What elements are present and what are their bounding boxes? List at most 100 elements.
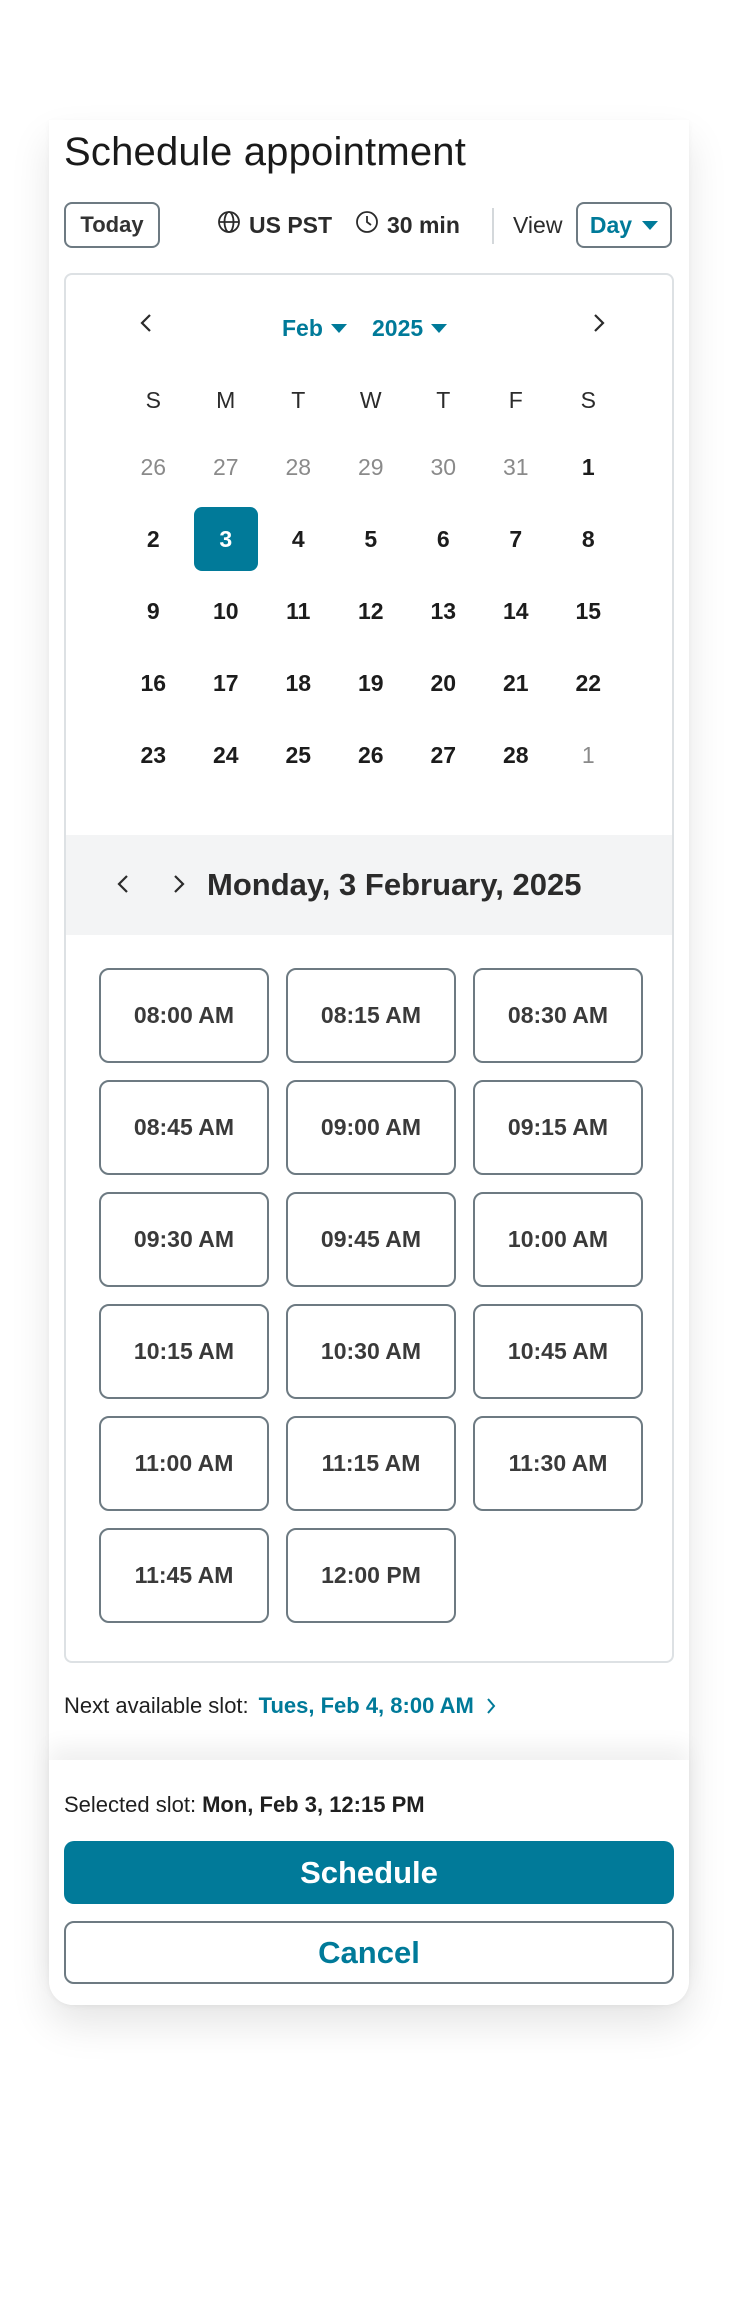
calendar-day[interactable]: 12 <box>335 575 408 647</box>
calendar-day[interactable]: 6 <box>407 503 480 575</box>
cancel-button[interactable]: Cancel <box>64 1921 674 1984</box>
time-slot-button[interactable]: 10:00 AM <box>473 1192 643 1287</box>
weekday-label: S <box>145 387 161 413</box>
weekday-label: T <box>291 387 306 413</box>
calendar-day[interactable]: 29 <box>335 431 408 503</box>
next-month-button[interactable] <box>589 313 609 333</box>
time-slot-button[interactable]: 10:15 AM <box>99 1304 269 1399</box>
calendar-day[interactable]: 9 <box>117 575 190 647</box>
calendar-day-label: 26 <box>140 453 167 480</box>
weekday-header: S M T W T F S <box>117 387 625 414</box>
time-slot-button[interactable]: 08:30 AM <box>473 968 643 1063</box>
time-slot-button[interactable]: 08:00 AM <box>99 968 269 1063</box>
calendar-day[interactable]: 22 <box>552 647 625 719</box>
calendar-day[interactable]: 18 <box>262 647 335 719</box>
prev-month-button[interactable] <box>136 313 156 333</box>
timezone-label: US PST <box>249 211 333 238</box>
calendar-day[interactable]: 30 <box>407 431 480 503</box>
time-slots-grid: 08:00 AM 08:15 AM 08:30 AM 08:45 AM 09:00 AM… <box>99 968 644 1623</box>
calendar-day[interactable]: 4 <box>262 503 335 575</box>
time-slot-button[interactable]: 09:45 AM <box>286 1192 456 1287</box>
calendar-day-label: 27 <box>212 453 239 480</box>
calendar-day-label: 21 <box>502 669 529 696</box>
time-slot-button[interactable]: 11:00 AM <box>99 1416 269 1511</box>
calendar-day[interactable]: 27 <box>407 719 480 791</box>
year-select[interactable]: 2025 <box>372 315 448 342</box>
time-slot-button[interactable]: 10:45 AM <box>473 1304 643 1399</box>
timezone-indicator[interactable]: US PST <box>217 210 332 240</box>
calendar-day-label: 26 <box>357 741 384 768</box>
chevron-left-icon <box>140 314 151 332</box>
today-button[interactable]: Today <box>64 202 160 248</box>
time-slot-button[interactable]: 11:45 AM <box>99 1528 269 1623</box>
calendar-day[interactable]: 26 <box>117 431 190 503</box>
duration-indicator[interactable]: 30 min <box>355 210 460 240</box>
view-select-value: Day <box>589 211 633 238</box>
footer-actions: Selected slot: Mon, Feb 3, 12:15 PM Sched… <box>49 1760 689 2005</box>
month-navigation: Feb 2025 <box>66 275 672 355</box>
calendar-day-label: 23 <box>140 741 167 768</box>
weekday-label: M <box>216 387 236 413</box>
selected-slot: Selected slot: Mon, Feb 3, 12:15 PM <box>64 1792 425 1818</box>
next-day-button[interactable] <box>172 873 186 900</box>
calendar-day[interactable]: 16 <box>117 647 190 719</box>
time-slot-button[interactable]: 10:30 AM <box>286 1304 456 1399</box>
time-slot-button[interactable]: 11:30 AM <box>473 1416 643 1511</box>
calendar-day-label: 19 <box>357 669 384 696</box>
calendar-day-label: 9 <box>146 597 160 624</box>
calendar-day[interactable]: 1 <box>552 431 625 503</box>
calendar-day[interactable]: 19 <box>335 647 408 719</box>
clock-icon <box>355 210 379 240</box>
selected-slot-value: Mon, Feb 3, 12:15 PM <box>202 1792 425 1817</box>
chevron-right-icon <box>594 314 605 332</box>
time-slot-button[interactable]: 09:00 AM <box>286 1080 456 1175</box>
calendar-day-label: 20 <box>430 669 457 696</box>
calendar-day[interactable]: 27 <box>190 431 263 503</box>
calendar-day[interactable]: 1 <box>552 719 625 791</box>
calendar-day[interactable]: 20 <box>407 647 480 719</box>
calendar-day-label: 29 <box>357 453 384 480</box>
calendar-day[interactable]: 26 <box>335 719 408 791</box>
calendar-panel: Feb 2025 S M T W T F S 26 27 28 29 30 31 1 2 3 4 5… <box>64 273 674 1663</box>
next-available-link[interactable]: Tues, Feb 4, 8:00 AM <box>259 1693 496 1719</box>
calendar-day[interactable]: 25 <box>262 719 335 791</box>
globe-icon <box>217 210 241 240</box>
calendar-day[interactable]: 11 <box>262 575 335 647</box>
toolbar-divider <box>492 208 494 244</box>
calendar-day[interactable]: 14 <box>480 575 553 647</box>
calendar-day[interactable]: 28 <box>262 431 335 503</box>
time-slot-button[interactable]: 09:30 AM <box>99 1192 269 1287</box>
selected-date-bar: Monday, 3 February, 2025 <box>66 835 672 935</box>
time-slot-button[interactable]: 12:00 PM <box>286 1528 456 1623</box>
month-select-value: Feb <box>282 315 323 341</box>
calendar-day[interactable]: 31 <box>480 431 553 503</box>
calendar-day[interactable]: 24 <box>190 719 263 791</box>
weekday-label: T <box>436 387 451 413</box>
time-slot-button[interactable]: 11:15 AM <box>286 1416 456 1511</box>
time-slot-button[interactable]: 09:15 AM <box>473 1080 643 1175</box>
calendar-day[interactable]: 28 <box>480 719 553 791</box>
view-select[interactable]: Day <box>576 202 672 248</box>
calendar-day[interactable]: 10 <box>190 575 263 647</box>
selected-date-title: Monday, 3 February, 2025 <box>207 867 582 902</box>
calendar-day[interactable]: 21 <box>480 647 553 719</box>
time-slot-button[interactable]: 08:15 AM <box>286 968 456 1063</box>
calendar-days-grid: 26 27 28 29 30 31 1 2 3 4 5 6 7 8 9 10 11 12 13 14 15 16 17 18 1… <box>117 431 625 791</box>
calendar-day-selected[interactable]: 3 <box>190 503 263 575</box>
schedule-button[interactable]: Schedule <box>64 1841 674 1904</box>
chevron-right-icon <box>487 1698 496 1714</box>
calendar-day[interactable]: 13 <box>407 575 480 647</box>
calendar-day[interactable]: 15 <box>552 575 625 647</box>
calendar-day[interactable]: 5 <box>335 503 408 575</box>
calendar-day[interactable]: 8 <box>552 503 625 575</box>
prev-day-button[interactable] <box>116 873 130 900</box>
calendar-day-label: 15 <box>575 597 602 624</box>
calendar-day[interactable]: 7 <box>480 503 553 575</box>
calendar-day-label: 5 <box>364 525 378 552</box>
calendar-day[interactable]: 2 <box>117 503 190 575</box>
month-select[interactable]: Feb <box>282 315 347 342</box>
time-slot-button[interactable]: 08:45 AM <box>99 1080 269 1175</box>
calendar-day[interactable]: 23 <box>117 719 190 791</box>
calendar-day[interactable]: 17 <box>190 647 263 719</box>
page-title: Schedule appointment <box>64 130 467 174</box>
